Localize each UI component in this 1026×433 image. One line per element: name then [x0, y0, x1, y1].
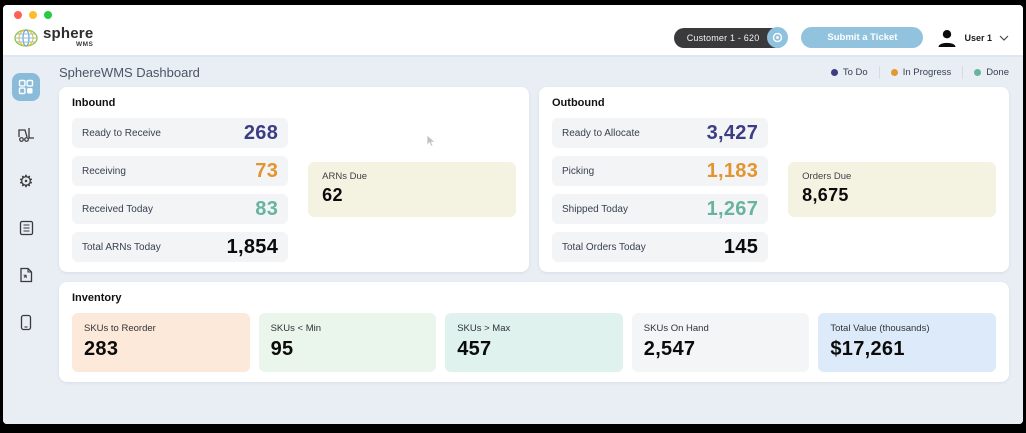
- stat-value: 3,427: [707, 122, 759, 145]
- stat-row-shipped-today: Shipped Today 1,267: [552, 194, 768, 224]
- inventory-list-icon: [19, 220, 34, 236]
- orders-due-box: Orders Due 8,675: [788, 162, 996, 217]
- tile-skus-below-min: SKUs < Min 95: [259, 313, 437, 372]
- done-dot-icon: [974, 69, 981, 76]
- mobile-device-icon: [20, 314, 32, 331]
- stat-row-receiving: Receiving 73: [72, 156, 288, 186]
- user-menu[interactable]: User 1: [937, 28, 1009, 48]
- app-header: sphere WMS Customer 1 - 620 Submit a Tic…: [3, 24, 1023, 57]
- tile-skus-on-hand: SKUs On Hand 2,547: [632, 313, 810, 372]
- stat-value: 1,183: [707, 160, 759, 183]
- zoom-window-button[interactable]: [44, 11, 52, 19]
- stat-value: 1,854: [227, 236, 279, 259]
- spherewms-logo: sphere WMS: [13, 26, 93, 50]
- brand-name: sphere: [43, 26, 93, 41]
- sidebar-nav: ⚙: [3, 57, 49, 424]
- inventory-card: Inventory SKUs to Reorder 283 SKUs < Min…: [59, 282, 1009, 382]
- stat-row-received-today: Received Today 83: [72, 194, 288, 224]
- sidebar-item-settings[interactable]: ⚙: [12, 167, 40, 195]
- legend-divider: [879, 66, 880, 79]
- app-window: sphere WMS Customer 1 - 620 Submit a Tic…: [3, 5, 1023, 424]
- target-icon: [772, 32, 783, 43]
- stat-row-ready-to-receive: Ready to Receive 268: [72, 118, 288, 148]
- sphere-globe-icon: [13, 26, 39, 50]
- sidebar-item-inventory[interactable]: [12, 214, 40, 242]
- tile-total-value: Total Value (thousands) $17,261: [818, 313, 996, 372]
- stat-row-total-arns-today: Total ARNs Today 1,854: [72, 232, 288, 262]
- stat-row-ready-to-allocate: Ready to Allocate 3,427: [552, 118, 768, 148]
- report-document-icon: [19, 267, 33, 283]
- stat-value: 1,267: [707, 198, 759, 221]
- dashboard-icon: [18, 79, 34, 95]
- window-titlebar: [3, 5, 1023, 24]
- outbound-card-title: Outbound: [552, 97, 996, 109]
- customer-search-button[interactable]: [767, 27, 788, 48]
- inbound-card: Inbound Ready to Receive 268 Receiving 7…: [59, 87, 529, 272]
- status-legend: To Do In Progress Done: [831, 66, 1009, 79]
- todo-dot-icon: [831, 69, 838, 76]
- brand-sub: WMS: [76, 42, 93, 49]
- customer-selector[interactable]: Customer 1 - 620: [674, 28, 788, 48]
- settings-gear-icon: ⚙: [18, 173, 33, 190]
- sidebar-item-dashboard[interactable]: [12, 73, 40, 101]
- minimize-window-button[interactable]: [29, 11, 37, 19]
- submit-ticket-button[interactable]: Submit a Ticket: [801, 27, 923, 48]
- outbound-card: Outbound Ready to Allocate 3,427 Picking…: [539, 87, 1009, 272]
- legend-item-todo: To Do: [831, 67, 868, 78]
- chevron-down-icon[interactable]: [999, 35, 1009, 41]
- main-panel: SphereWMS Dashboard To Do In Progress D: [49, 57, 1023, 424]
- legend-item-in-progress: In Progress: [891, 67, 952, 78]
- stat-value: 73: [255, 160, 278, 183]
- sidebar-item-mobile[interactable]: [12, 308, 40, 336]
- stat-value: 145: [724, 236, 758, 259]
- user-name: User 1: [964, 33, 992, 43]
- sidebar-item-shipping[interactable]: [12, 120, 40, 148]
- stat-row-total-orders-today: Total Orders Today 145: [552, 232, 768, 262]
- customer-selector-label: Customer 1 - 620: [687, 33, 760, 43]
- in-progress-dot-icon: [891, 69, 898, 76]
- inventory-card-title: Inventory: [72, 292, 996, 304]
- content-area: ⚙: [3, 57, 1023, 424]
- legend-item-done: Done: [974, 67, 1009, 78]
- arns-due-box: ARNs Due 62: [308, 162, 516, 217]
- inbound-card-title: Inbound: [72, 97, 516, 109]
- user-avatar-icon: [937, 28, 957, 48]
- tile-skus-to-reorder: SKUs to Reorder 283: [72, 313, 250, 372]
- forklift-icon: [17, 126, 36, 143]
- stat-row-picking: Picking 1,183: [552, 156, 768, 186]
- page-title: SphereWMS Dashboard: [59, 65, 200, 80]
- stat-value: 83: [255, 198, 278, 221]
- legend-divider: [962, 66, 963, 79]
- close-window-button[interactable]: [14, 11, 22, 19]
- stat-value: 268: [244, 122, 278, 145]
- tile-skus-above-max: SKUs > Max 457: [445, 313, 623, 372]
- sidebar-item-reports[interactable]: [12, 261, 40, 289]
